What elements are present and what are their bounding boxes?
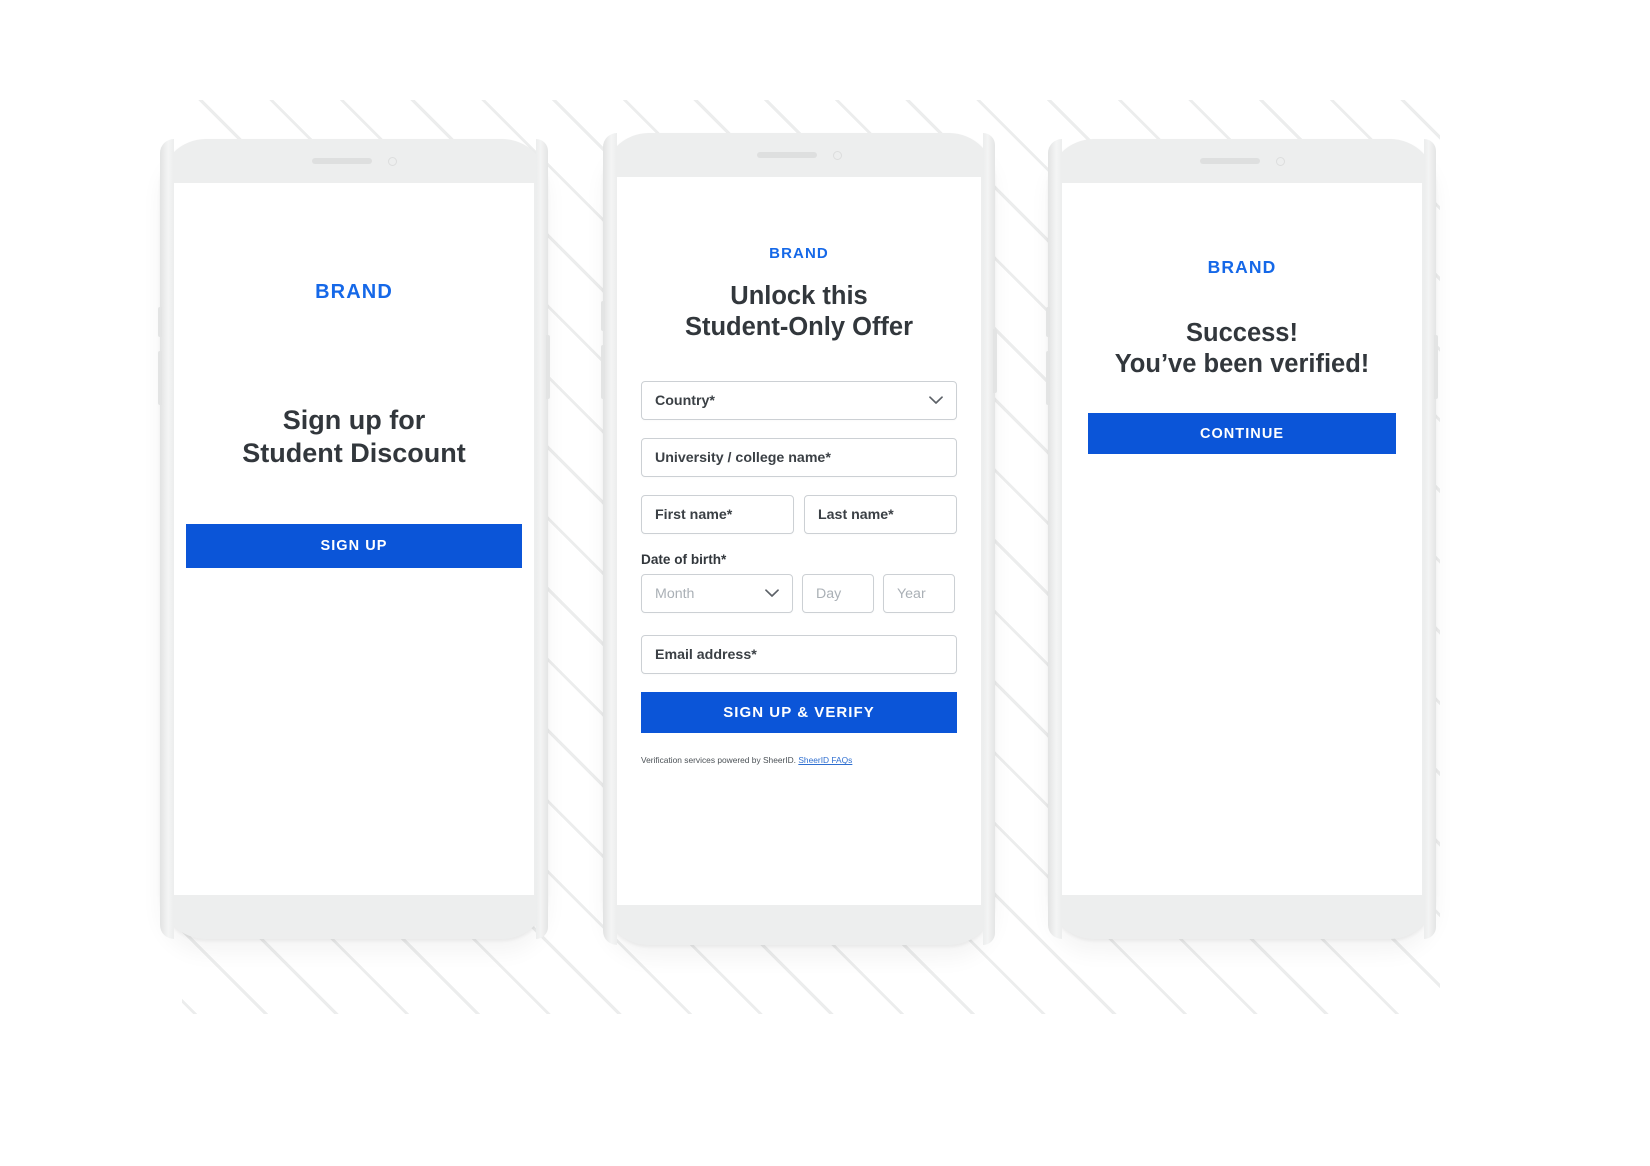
- email-input[interactable]: Email address*: [641, 635, 957, 675]
- page-title-line-1: Sign up for: [282, 405, 426, 435]
- last-name-input-value: Last name*: [818, 506, 894, 523]
- chevron-down-icon: [765, 589, 779, 598]
- sign-up-button[interactable]: SIGN UP: [186, 523, 522, 568]
- page-title-line-1: Unlock this: [730, 282, 868, 310]
- brand-logo: BRAND: [315, 281, 393, 303]
- phone-mockup-signup: BRAND Sign up for Student Discount SIGN …: [158, 139, 550, 939]
- date-of-birth-row: Month Day Year: [641, 574, 957, 614]
- page-title: Unlock this Student-Only Offer: [617, 281, 981, 343]
- volume-up-button[interactable]: [158, 307, 162, 337]
- verification-footer: Verification services powered by SheerID…: [641, 755, 957, 766]
- dob-year-input[interactable]: Year: [883, 574, 955, 614]
- phone-top-bar: [160, 139, 548, 183]
- front-camera-icon: [387, 156, 397, 166]
- dob-day-input[interactable]: Day: [802, 574, 874, 614]
- sheerid-faqs-link[interactable]: SheerID FAQs: [798, 755, 852, 765]
- phone-mockup-verification-form: BRAND Unlock this Student-Only Offer Cou…: [601, 133, 997, 945]
- dob-year-placeholder: Year: [897, 585, 926, 602]
- last-name-input[interactable]: Last name*: [804, 495, 957, 535]
- page-title-line-2: Student-Only Offer: [684, 313, 914, 342]
- speaker-grille-icon: [756, 152, 817, 158]
- volume-down-button[interactable]: [158, 351, 162, 405]
- chevron-down-icon: [929, 396, 943, 405]
- canvas: BRAND Sign up for Student Discount SIGN …: [0, 0, 1650, 1166]
- name-row: First name* Last name*: [641, 495, 957, 535]
- phone-right-bezel-highlight: [536, 139, 548, 939]
- power-button[interactable]: [546, 335, 550, 399]
- country-select-value: Country*: [655, 392, 715, 409]
- dob-month-select[interactable]: Month: [641, 574, 793, 614]
- university-input-value: University / college name*: [655, 449, 831, 466]
- phone-left-bezel-highlight: [160, 139, 174, 939]
- page-title: Sign up for Student Discount: [174, 404, 534, 470]
- phone-top-bar: [603, 133, 995, 177]
- phone-mockups: BRAND Sign up for Student Discount SIGN …: [0, 0, 1650, 1166]
- dob-day-placeholder: Day: [816, 585, 842, 602]
- email-input-value: Email address*: [655, 646, 757, 663]
- brand-logo: BRAND: [769, 245, 829, 262]
- phone-left-bezel-highlight: [1048, 139, 1062, 939]
- power-button[interactable]: [1434, 335, 1438, 399]
- brand-logo: BRAND: [1207, 257, 1277, 277]
- screen-success: BRAND Success! You’ve been verified! CON…: [1062, 183, 1422, 895]
- volume-down-button[interactable]: [601, 345, 605, 399]
- page-title-line-2: You’ve been verified!: [1114, 350, 1370, 379]
- phone-right-bezel-highlight: [1424, 139, 1436, 939]
- phone-mockup-success: BRAND Success! You’ve been verified! CON…: [1046, 139, 1438, 939]
- front-camera-icon: [832, 150, 842, 160]
- first-name-input[interactable]: First name*: [641, 495, 794, 535]
- date-of-birth-label: Date of birth*: [641, 552, 727, 568]
- phone-right-bezel-highlight: [983, 133, 995, 945]
- volume-down-button[interactable]: [1046, 351, 1050, 405]
- country-select[interactable]: Country*: [641, 381, 957, 421]
- first-name-input-value: First name*: [655, 506, 733, 523]
- page-title-line-2: Student Discount: [242, 437, 466, 468]
- continue-button[interactable]: CONTINUE: [1088, 413, 1396, 455]
- screen-signup: BRAND Sign up for Student Discount SIGN …: [174, 183, 534, 895]
- dob-month-placeholder: Month: [655, 585, 695, 602]
- power-button[interactable]: [993, 329, 997, 393]
- phone-top-bar: [1048, 139, 1436, 183]
- speaker-grille-icon: [1199, 158, 1260, 164]
- volume-up-button[interactable]: [601, 301, 605, 331]
- speaker-grille-icon: [311, 158, 372, 164]
- front-camera-icon: [1275, 156, 1285, 166]
- page-title: Success! You’ve been verified!: [1062, 318, 1422, 380]
- verification-footer-text: Verification services powered by SheerID…: [641, 755, 797, 766]
- verification-form: Country* University / college name* Firs…: [641, 381, 957, 766]
- phone-left-bezel-highlight: [603, 133, 617, 945]
- volume-up-button[interactable]: [1046, 307, 1050, 337]
- sign-up-and-verify-button[interactable]: SIGN UP & VERIFY: [641, 692, 957, 734]
- page-title-line-1: Success!: [1186, 319, 1298, 347]
- screen-verification-form: BRAND Unlock this Student-Only Offer Cou…: [617, 177, 981, 905]
- university-input[interactable]: University / college name*: [641, 438, 957, 478]
